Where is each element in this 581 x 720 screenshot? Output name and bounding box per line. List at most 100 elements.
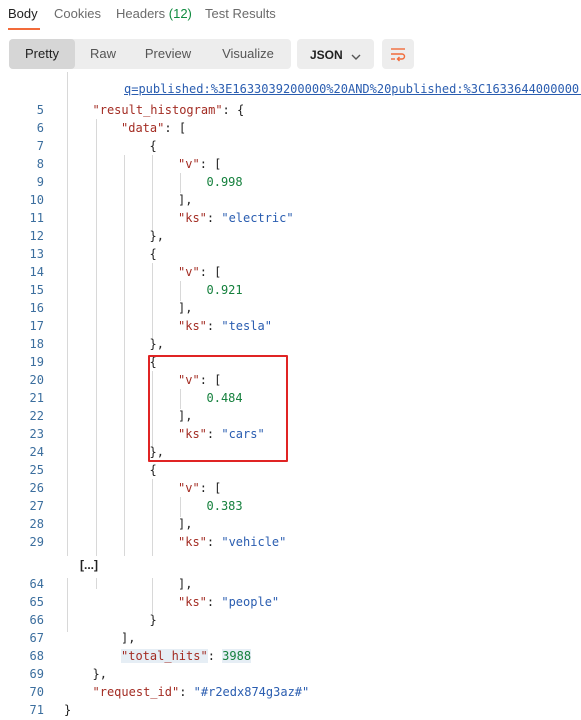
tab-headers-label: Headers — [116, 6, 166, 21]
code-line: 8 "v": [ — [0, 155, 581, 173]
code-text: "v": [ — [178, 265, 222, 279]
code-line: 18}, — [0, 335, 581, 353]
format-dropdown[interactable]: JSON — [297, 39, 374, 69]
tab-body[interactable]: Body — [8, 6, 38, 21]
code-line: 15 0.921 — [0, 281, 581, 299]
line-number: 6 — [36, 121, 44, 135]
code-text: ], — [178, 517, 193, 531]
code-line: 14 "v": [ — [0, 263, 581, 281]
view-visualize-button[interactable]: Visualize — [205, 39, 291, 69]
code-line: 5 "result_histogram": { — [0, 101, 581, 119]
code-text: "ks": "people" — [178, 595, 280, 609]
line-number: 11 — [29, 211, 44, 225]
line-number: 65 — [29, 595, 44, 609]
view-toolbar: Pretty Raw Preview Visualize JSON — [0, 36, 581, 72]
line-number: 7 — [36, 139, 44, 153]
line-number: 24 — [29, 445, 44, 459]
code-text: 0.921 — [206, 283, 243, 297]
line-number: 12 — [29, 229, 44, 243]
active-tab-indicator — [8, 28, 40, 30]
code-text: "v": [ — [178, 157, 222, 171]
tab-headers[interactable]: Headers (12) — [116, 6, 192, 21]
line-number: 19 — [29, 355, 44, 369]
line-number: 18 — [29, 337, 44, 351]
code-text: 0.383 — [206, 499, 243, 513]
code-text: "data": [ — [121, 121, 187, 135]
code-line: 11 "ks": "electric" — [0, 209, 581, 227]
code-text: ], — [178, 193, 193, 207]
code-text: { — [149, 139, 157, 153]
code-line: 17 "ks": "tesla" — [0, 317, 581, 335]
code-text: { — [149, 463, 157, 477]
code-line: 23 "ks": "cars" — [0, 425, 581, 443]
code-line: 20 "v": [ — [0, 371, 581, 389]
code-line: 19{ — [0, 353, 581, 371]
line-number: 66 — [29, 613, 44, 627]
line-number: 71 — [29, 703, 44, 717]
code-text: }, — [149, 229, 164, 243]
code-text: }, — [149, 337, 164, 351]
line-number: 9 — [36, 175, 44, 189]
code-text: "ks": "tesla" — [178, 319, 272, 333]
view-pretty-button[interactable]: Pretty — [9, 39, 75, 69]
view-raw-button[interactable]: Raw — [75, 39, 131, 69]
line-number: 13 — [29, 247, 44, 261]
line-number: 21 — [29, 391, 44, 405]
view-preview-button[interactable]: Preview — [131, 39, 205, 69]
line-number: 8 — [36, 157, 44, 171]
code-text: "ks": "electric" — [178, 211, 294, 225]
highlight-annotation-box — [148, 355, 288, 462]
code-line: 16], — [0, 299, 581, 317]
line-number: 68 — [29, 649, 44, 663]
headers-count: (12) — [168, 6, 192, 21]
line-number: 27 — [29, 499, 44, 513]
line-number: 25 — [29, 463, 44, 477]
line-number: 70 — [29, 685, 44, 699]
code-text: 0.998 — [206, 175, 243, 189]
line-number: 22 — [29, 409, 44, 423]
line-number: 20 — [29, 373, 44, 387]
collapsed-region[interactable]: [...] — [0, 556, 581, 578]
code-line: 28], — [0, 515, 581, 533]
code-line: 24}, — [0, 443, 581, 461]
code-line: 7{ — [0, 137, 581, 155]
code-line: 29 "ks": "vehicle" — [0, 533, 581, 551]
code-text: } — [149, 613, 157, 627]
word-wrap-button[interactable] — [382, 39, 414, 69]
code-line: 70 "request_id": "#r2edx874g3az#" — [0, 683, 581, 701]
format-dropdown-label: JSON — [310, 48, 343, 62]
code-line: 12}, — [0, 227, 581, 245]
code-line: 22], — [0, 407, 581, 425]
code-text: "result_histogram": { — [92, 103, 245, 117]
tab-test-results[interactable]: Test Results — [205, 6, 276, 21]
line-number: 10 — [29, 193, 44, 207]
response-body-viewer[interactable]: q=published:%3E1633039200000%20AND%20pub… — [0, 72, 581, 720]
line-number: 5 — [36, 103, 44, 117]
code-text: ], — [121, 631, 136, 645]
code-text: "request_id": "#r2edx874g3az#" — [92, 685, 310, 699]
request-url-link[interactable]: q=published:%3E1633039200000%20AND%20pub… — [124, 82, 581, 96]
code-text: { — [149, 247, 157, 261]
line-number: 23 — [29, 427, 44, 441]
response-tabs: Body Cookies Headers (12) Test Results — [0, 0, 581, 30]
code-line: 69}, — [0, 665, 581, 683]
tab-cookies[interactable]: Cookies — [54, 6, 101, 21]
code-text: }, — [92, 667, 107, 681]
line-number: 14 — [29, 265, 44, 279]
line-number: 69 — [29, 667, 44, 681]
code-line: 6 "data": [ — [0, 119, 581, 137]
code-line: 10], — [0, 191, 581, 209]
chevron-down-icon — [351, 50, 361, 64]
code-line: 68 "total_hits": 3988 — [0, 647, 581, 665]
collapsed-lines-marker[interactable]: [...] — [80, 558, 98, 572]
code-line: 71} — [0, 701, 581, 719]
line-number: 29 — [29, 535, 44, 549]
code-line: 21 0.484 — [0, 389, 581, 407]
line-number: 67 — [29, 631, 44, 645]
line-number: 15 — [29, 283, 44, 297]
code-line: 27 0.383 — [0, 497, 581, 515]
code-line: 13 { — [0, 245, 581, 263]
code-line: 25 { — [0, 461, 581, 479]
line-number: 16 — [29, 301, 44, 315]
code-text: ], — [178, 301, 193, 315]
